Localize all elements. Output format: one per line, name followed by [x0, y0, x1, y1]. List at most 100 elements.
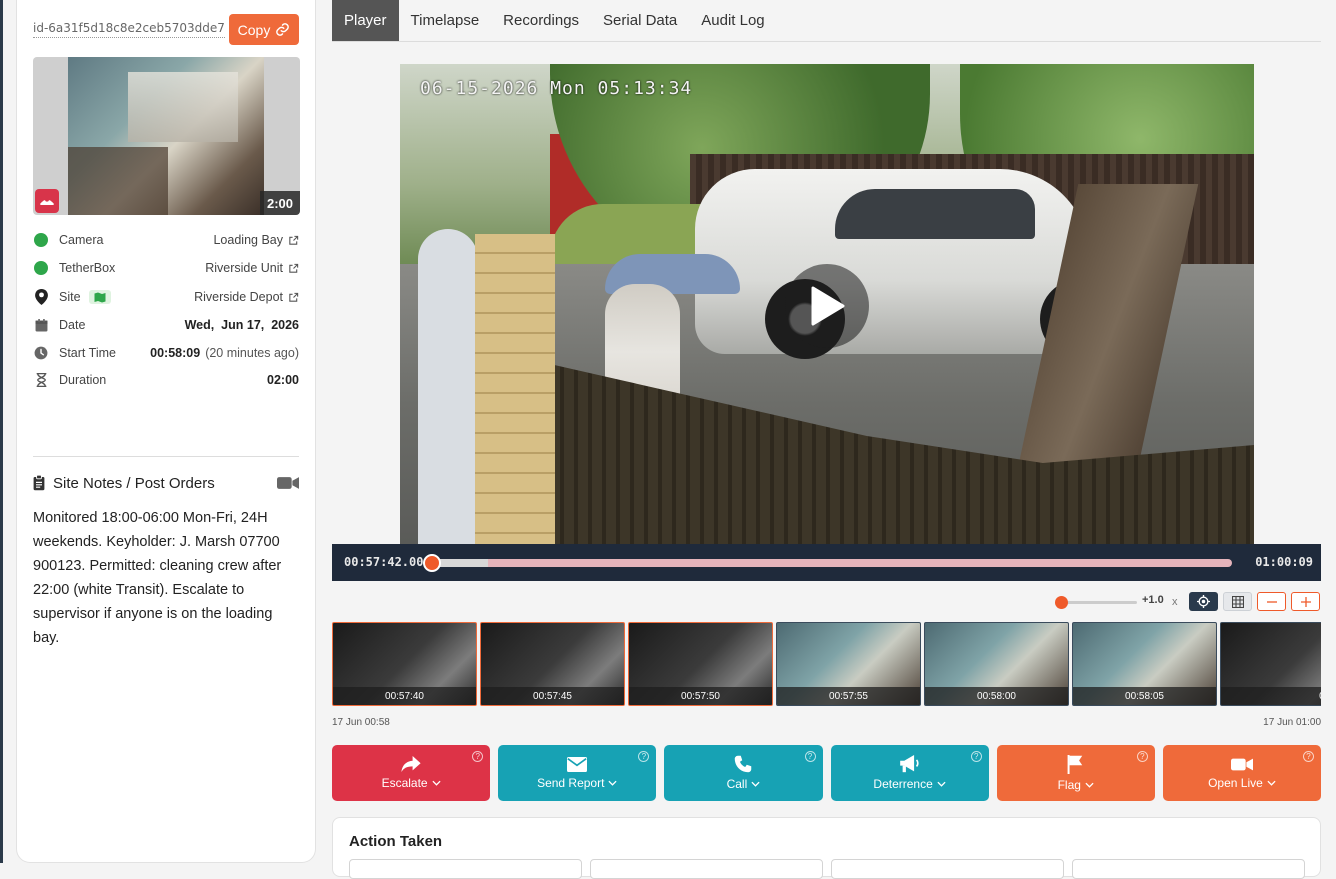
external-link-icon: [289, 235, 299, 245]
action-taken-field[interactable]: [349, 859, 582, 879]
action-taken-title: Action Taken: [349, 833, 443, 850]
scrub-handle[interactable]: [423, 554, 441, 572]
thumbnail-image: [68, 57, 264, 215]
event-type-badge: [35, 189, 59, 213]
scrub-current-time: 00:57:42.00: [344, 555, 424, 569]
incident-id: id-6a31f5d18c8e2ceb5703dde7: [33, 21, 225, 38]
action-taken-field[interactable]: [590, 859, 823, 879]
timeline-frame[interactable]: 00:58:10: [1220, 622, 1321, 706]
camera-link[interactable]: Loading Bay: [213, 233, 299, 247]
help-icon[interactable]: ?: [1303, 751, 1315, 762]
hourglass-icon: [36, 373, 46, 387]
help-icon[interactable]: ?: [472, 751, 484, 762]
site-link[interactable]: Riverside Depot: [194, 290, 299, 304]
zoom-out-button[interactable]: [1257, 592, 1286, 611]
tab-timelapse[interactable]: Timelapse: [399, 0, 492, 41]
tetherbox-row: TetherBox Riverside Unit: [33, 258, 299, 278]
start-time-value: 00:58:09 (20 minutes ago): [150, 346, 299, 360]
grid-button[interactable]: [1223, 592, 1252, 611]
tetherbox-label: TetherBox: [59, 261, 116, 275]
deterrence-button[interactable]: ? Deterrence: [830, 745, 989, 801]
duration-label: Duration: [59, 373, 107, 387]
site-row: Site Riverside Depot: [33, 287, 299, 307]
camera-label: Camera: [59, 233, 104, 247]
start-time-relative: (20 minutes ago): [205, 346, 299, 360]
external-link-icon: [289, 263, 299, 273]
video-overlay-timestamp: 06-15-2026 Mon 05:13:34: [420, 78, 693, 99]
play-icon: [811, 286, 845, 326]
duration-row: Duration 02:00: [33, 370, 299, 390]
help-icon[interactable]: ?: [970, 751, 982, 762]
timeline-frame[interactable]: 00:57:45: [480, 622, 625, 706]
play-button[interactable]: [785, 264, 869, 348]
incident-id-row: id-6a31f5d18c8e2ceb5703dde7 Copy: [33, 14, 299, 46]
megaphone-icon: [899, 755, 919, 773]
speed-handle[interactable]: [1055, 596, 1068, 609]
link-icon: [276, 23, 290, 36]
frame-strip: 00:57:40 00:57:45 00:57:50 00:57:55 00:58:00…: [332, 622, 1321, 706]
tab-audit-log[interactable]: Audit Log: [689, 0, 776, 41]
incident-sidebar: id-6a31f5d18c8e2ceb5703dde7 Copy 2:00 Ca…: [16, 0, 316, 863]
action-buttons: ? Escalate ? Send Report ? Call ? Deterr…: [332, 745, 1322, 801]
help-icon[interactable]: ?: [804, 751, 816, 762]
site-label: Site: [59, 290, 81, 304]
chevron-down-icon: [1267, 780, 1276, 786]
open-live-label: Open Live: [1208, 775, 1263, 790]
map-pin-icon: [34, 289, 48, 305]
chevron-down-icon: [937, 781, 946, 787]
phone-icon: [735, 755, 752, 773]
frame-timestamp: 00:57:45: [481, 687, 624, 705]
help-icon[interactable]: ?: [638, 751, 650, 762]
plus-icon: [1300, 596, 1311, 607]
flag-button[interactable]: ? Flag: [996, 745, 1155, 801]
share-icon: [401, 756, 421, 772]
escalate-button[interactable]: ? Escalate: [332, 745, 491, 801]
tab-recordings[interactable]: Recordings: [491, 0, 591, 41]
video-camera-icon[interactable]: [277, 476, 299, 490]
event-thumbnail[interactable]: 2:00: [33, 57, 300, 215]
send-report-button[interactable]: ? Send Report: [498, 745, 657, 801]
tab-serial-data[interactable]: Serial Data: [591, 0, 689, 41]
scrub-bar: 00:57:42.00 01:00:09: [332, 544, 1321, 581]
timeline-frame[interactable]: 00:58:05: [1072, 622, 1217, 706]
timeline-frame[interactable]: 00:58:00: [924, 622, 1069, 706]
speed-unit: x: [1172, 596, 1178, 608]
calendar-icon: [35, 318, 47, 331]
chevron-down-icon: [1085, 782, 1094, 788]
timeline-frame[interactable]: 00:57:55: [776, 622, 921, 706]
action-taken-field[interactable]: [1072, 859, 1305, 879]
help-icon[interactable]: ?: [1136, 751, 1148, 762]
camera-status-icon: [34, 233, 48, 247]
open-live-button[interactable]: ? Open Live: [1162, 745, 1322, 801]
copy-button[interactable]: Copy: [229, 14, 299, 45]
left-rail: [0, 0, 3, 863]
timeline-end-label: 17 Jun 01:00: [1263, 717, 1321, 728]
video-player[interactable]: 06-15-2026 Mon 05:13:34: [400, 64, 1254, 544]
timeline-frame[interactable]: 00:57:40: [332, 622, 477, 706]
main-tabs: Player Timelapse Recordings Serial Data …: [332, 0, 1321, 42]
date-value: Wed, Jun 17, 2026: [184, 318, 299, 332]
timeline-frame[interactable]: 00:57:50: [628, 622, 773, 706]
external-link-icon: [289, 292, 299, 302]
scrub-track[interactable]: [423, 554, 1232, 572]
tab-player[interactable]: Player: [332, 0, 399, 41]
call-button[interactable]: ? Call: [664, 745, 823, 801]
timeline-start-label: 17 Jun 00:58: [332, 717, 390, 728]
site-map-chip[interactable]: [88, 290, 111, 304]
envelope-icon: [567, 756, 588, 772]
action-taken-panel: Action Taken: [332, 817, 1321, 879]
playback-speed-slider[interactable]: +1.0 x: [1052, 592, 1184, 612]
video-icon: [1230, 758, 1253, 770]
tetherbox-link[interactable]: Riverside Unit: [205, 261, 299, 275]
grid-icon: [1231, 595, 1244, 608]
action-taken-field[interactable]: [831, 859, 1064, 879]
site-notes-body: Monitored 18:00-06:00 Mon-Fri, 24H weeke…: [33, 510, 282, 646]
zoom-in-button[interactable]: [1291, 592, 1320, 611]
scrub-end-time: 01:00:09: [1255, 555, 1313, 569]
date-label: Date: [59, 318, 86, 332]
frame-timestamp: 00:58:05: [1073, 687, 1216, 705]
minus-icon: [1266, 600, 1277, 603]
target-button[interactable]: [1189, 592, 1218, 611]
frame-timestamp: 00:58:10: [1221, 687, 1321, 705]
speed-value: +1.0: [1142, 594, 1164, 606]
